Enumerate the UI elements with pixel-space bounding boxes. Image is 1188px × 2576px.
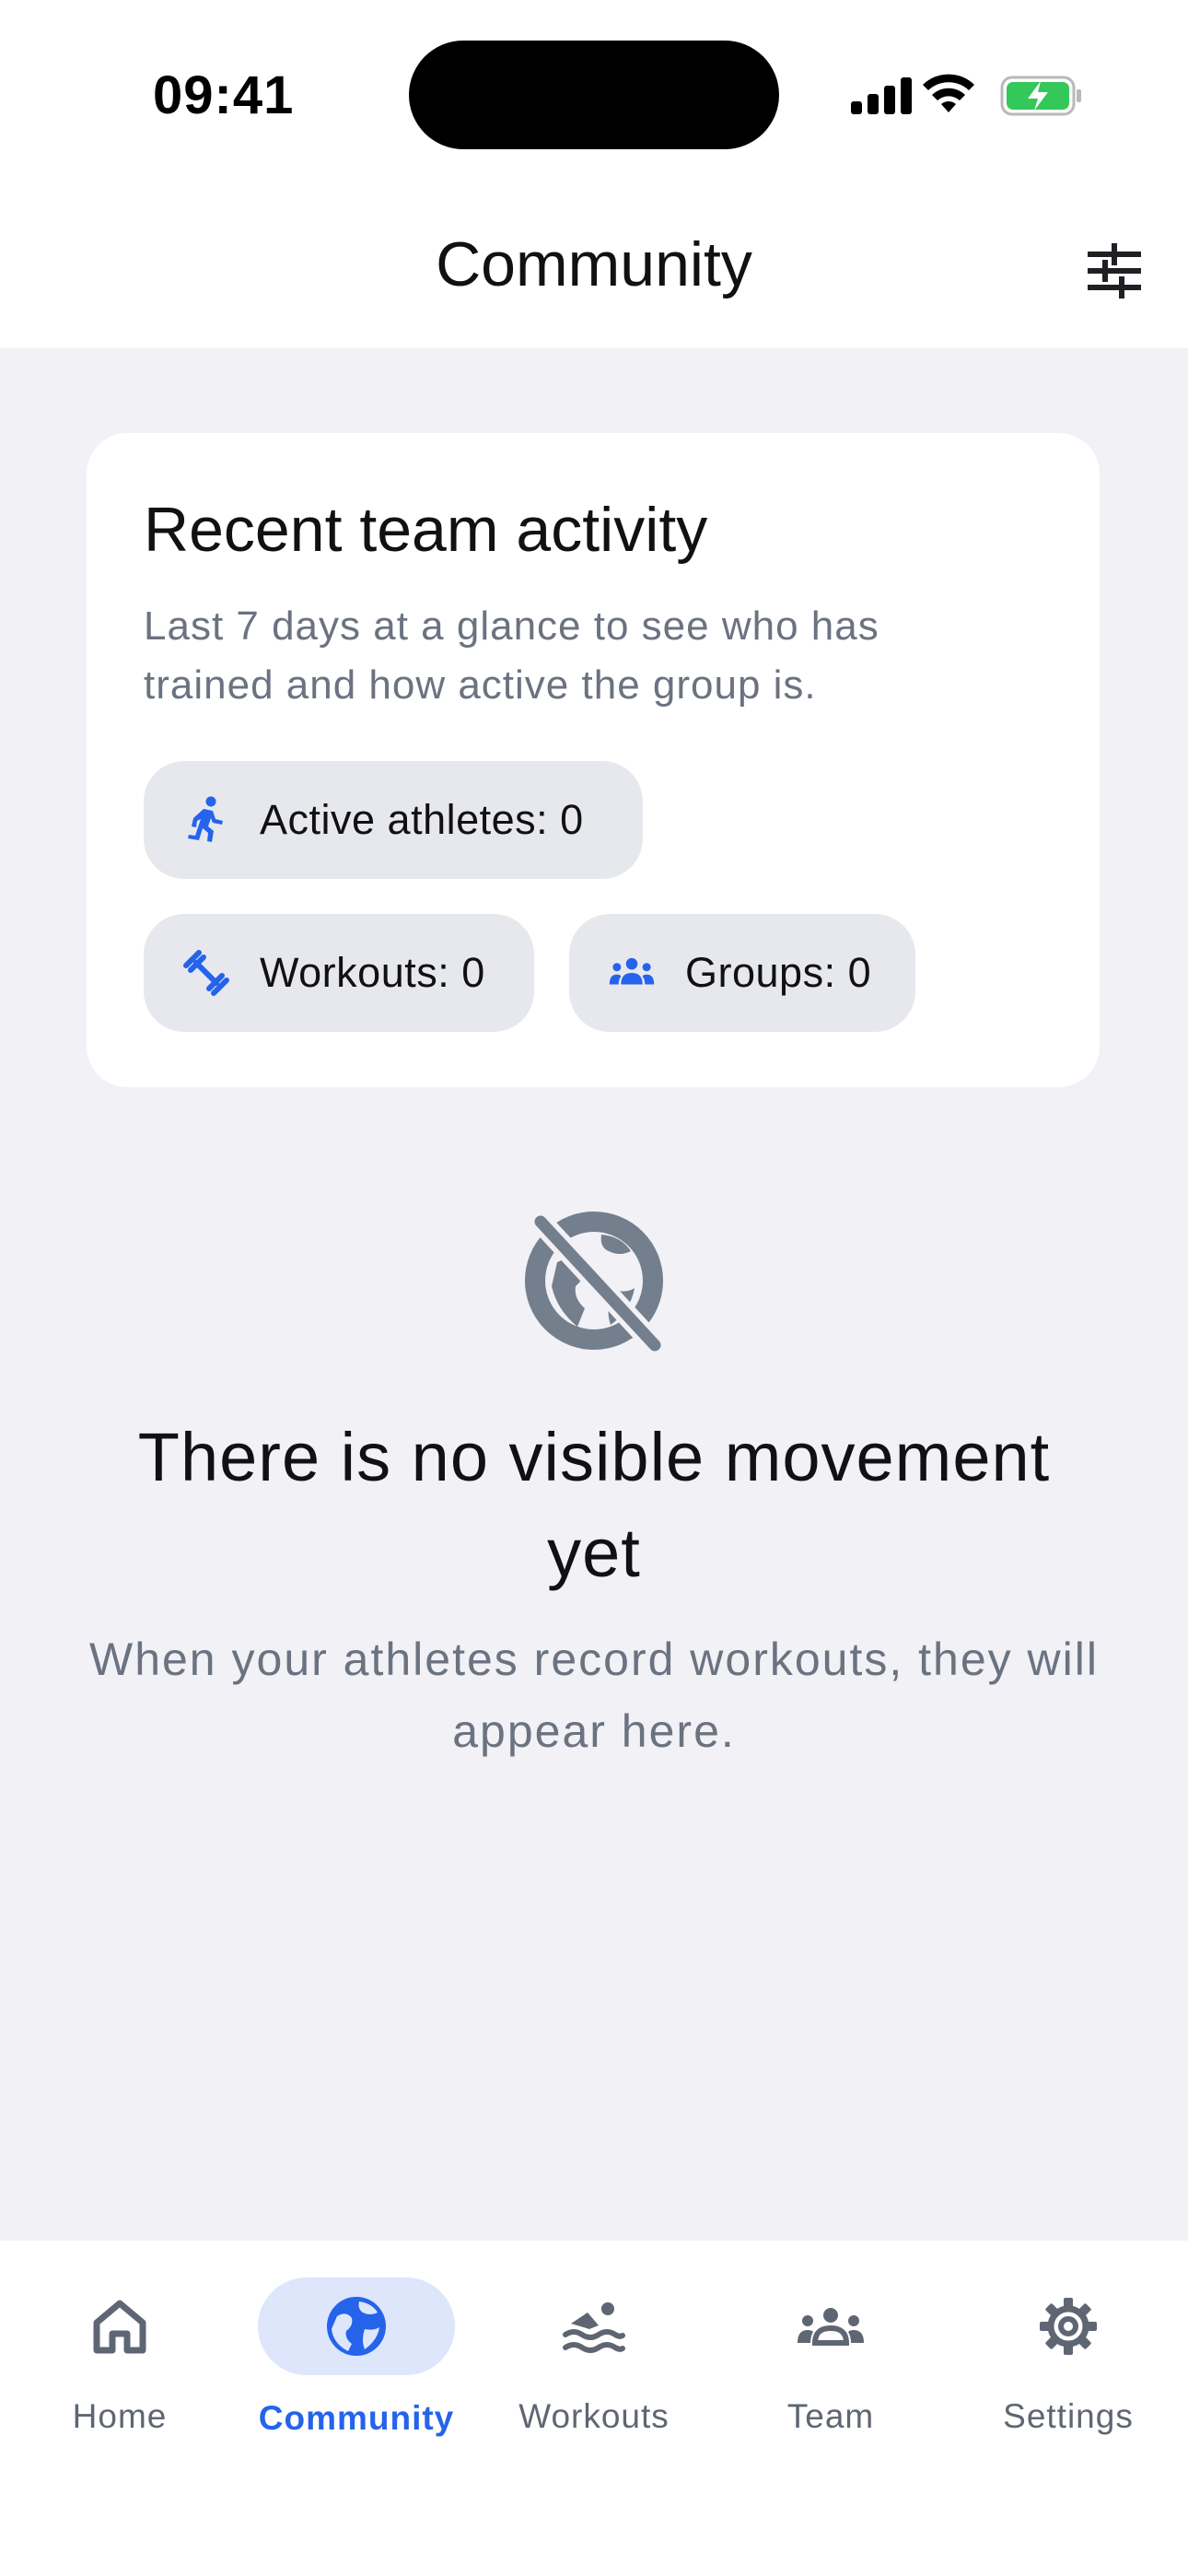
tab-home-label: Home bbox=[72, 2397, 168, 2435]
tab-workouts[interactable]: Workouts bbox=[483, 2277, 705, 2462]
workouts-label: Workouts: 0 bbox=[260, 949, 485, 996]
recent-activity-card: Recent team activity Last 7 days at a gl… bbox=[87, 433, 1100, 1087]
tab-workouts-icon-wrap bbox=[495, 2277, 693, 2375]
card-description: Last 7 days at a glance to see who has t… bbox=[144, 603, 879, 708]
tab-workouts-label: Workouts bbox=[518, 2397, 670, 2435]
tab-community-label: Community bbox=[258, 2399, 455, 2437]
dumbbell-icon bbox=[182, 949, 230, 997]
status-time: 09:41 bbox=[153, 65, 295, 125]
page-title: Community bbox=[436, 229, 752, 299]
active-athletes-label: Active athletes: 0 bbox=[260, 796, 584, 843]
groups-label: Groups: 0 bbox=[685, 949, 872, 996]
tab-home-icon-wrap bbox=[21, 2277, 218, 2375]
status-bar: 09:41 bbox=[0, 0, 1188, 184]
active-athletes-chip[interactable]: Active athletes: 0 bbox=[144, 761, 643, 879]
no-globe-icon bbox=[520, 1207, 668, 1356]
tab-settings-label: Settings bbox=[1003, 2397, 1134, 2435]
status-icons bbox=[847, 72, 1087, 118]
team-icon bbox=[798, 2308, 864, 2346]
groups-chip[interactable]: Groups: 0 bbox=[569, 914, 915, 1032]
globe-icon bbox=[327, 2297, 386, 2356]
tab-team-label: Team bbox=[786, 2397, 875, 2435]
cellular-signal-icon bbox=[851, 77, 912, 114]
runner-icon bbox=[182, 796, 230, 844]
empty-state-title: There is no visible movement yet bbox=[137, 1419, 1051, 1591]
tab-team[interactable]: Team bbox=[720, 2277, 941, 2462]
tab-bar: Home Community Workouts Team Settings bbox=[0, 2241, 1188, 2576]
tab-settings-icon-wrap bbox=[970, 2277, 1167, 2375]
tab-home[interactable]: Home bbox=[9, 2277, 230, 2462]
dynamic-island bbox=[409, 41, 779, 149]
swim-icon bbox=[563, 2302, 625, 2353]
groups-icon bbox=[608, 949, 656, 997]
filter-button[interactable] bbox=[1077, 234, 1151, 308]
tab-community-icon-wrap bbox=[258, 2277, 455, 2375]
tab-settings[interactable]: Settings bbox=[958, 2277, 1179, 2462]
sliders-icon bbox=[1088, 243, 1141, 299]
home-icon bbox=[93, 2300, 146, 2354]
gear-icon bbox=[1040, 2298, 1097, 2355]
empty-state-description: When your athletes record workouts, they… bbox=[89, 1633, 1099, 1757]
nav-header: Community bbox=[0, 203, 1188, 332]
workouts-chip[interactable]: Workouts: 0 bbox=[144, 914, 534, 1032]
battery-charging-icon bbox=[1000, 76, 1081, 116]
tab-community[interactable]: Community bbox=[246, 2277, 467, 2462]
tab-team-icon-wrap bbox=[732, 2277, 929, 2375]
wifi-icon bbox=[923, 74, 974, 112]
card-title: Recent team activity bbox=[144, 495, 708, 565]
